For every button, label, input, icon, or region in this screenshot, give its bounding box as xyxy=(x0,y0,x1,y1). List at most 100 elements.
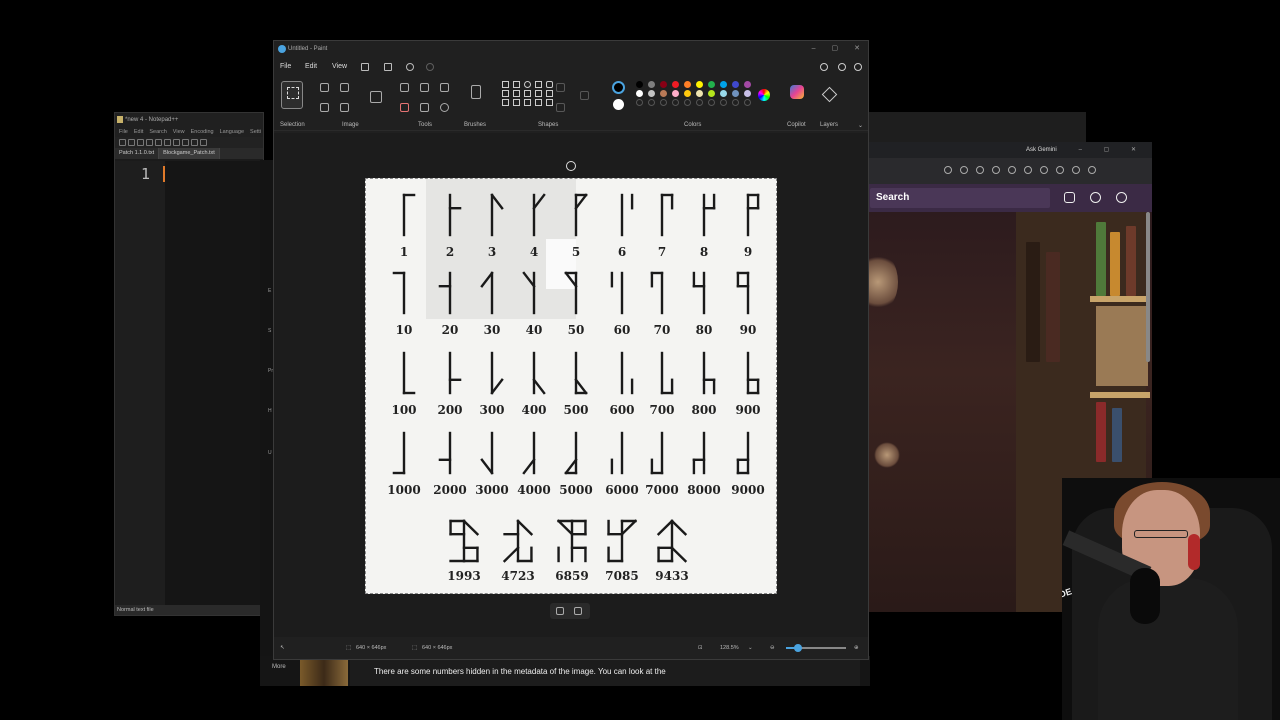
more-button[interactable]: More xyxy=(272,664,286,670)
color-swatch[interactable] xyxy=(684,81,691,88)
copilot-icon[interactable] xyxy=(790,85,804,99)
custom-color-slot[interactable] xyxy=(636,99,643,106)
ask-gemini-button[interactable]: Ask Gemini xyxy=(1026,142,1057,158)
notepad-menu-language[interactable]: Language xyxy=(220,127,244,137)
save-icon[interactable] xyxy=(137,139,144,146)
fill-selection-icon[interactable] xyxy=(574,607,582,615)
paste-icon[interactable] xyxy=(191,139,198,146)
custom-color-slot[interactable] xyxy=(744,99,751,106)
notepad-menu-settings[interactable]: Setti xyxy=(250,127,261,137)
custom-color-slot[interactable] xyxy=(708,99,715,106)
undo-icon[interactable] xyxy=(200,139,207,146)
color-swatch[interactable] xyxy=(648,81,655,88)
oval-shape-icon[interactable] xyxy=(524,81,531,88)
custom-color-slot[interactable] xyxy=(684,99,691,106)
zoom-slider-knob[interactable] xyxy=(794,644,802,652)
layers-icon[interactable] xyxy=(821,86,838,103)
background-remove-icon[interactable] xyxy=(370,91,382,103)
color-swatch[interactable] xyxy=(708,81,715,88)
close-button[interactable]: ✕ xyxy=(854,41,860,57)
star-shape-icon[interactable] xyxy=(524,99,531,106)
copy-icon[interactable] xyxy=(182,139,189,146)
custom-color-slot[interactable] xyxy=(660,99,667,106)
line-shape-icon[interactable] xyxy=(502,81,509,88)
shape-fill-icon[interactable] xyxy=(556,103,565,112)
zoom-icon[interactable] xyxy=(944,166,952,174)
callout-shape-icon[interactable] xyxy=(535,99,542,106)
zoom-slider[interactable] xyxy=(786,644,846,652)
cut-icon[interactable] xyxy=(173,139,180,146)
print-icon[interactable] xyxy=(164,139,171,146)
polygon-shape-icon[interactable] xyxy=(502,90,509,97)
edit-colors-icon[interactable] xyxy=(758,89,770,101)
color-swatch[interactable] xyxy=(732,90,739,97)
image-select-icon[interactable] xyxy=(320,103,329,112)
resize-icon[interactable] xyxy=(340,83,349,92)
pencil-icon[interactable] xyxy=(400,83,409,92)
selection-button[interactable] xyxy=(281,81,303,109)
menu-edit[interactable]: Edit xyxy=(305,57,317,77)
account-icon[interactable] xyxy=(1116,192,1127,203)
hexagon-shape-icon[interactable] xyxy=(502,99,509,106)
notepad-editor[interactable]: 1 xyxy=(115,161,263,605)
color-swatch[interactable] xyxy=(732,81,739,88)
site-search-input[interactable]: Search xyxy=(870,188,1050,208)
download-icon[interactable] xyxy=(1056,166,1064,174)
color-swatch[interactable] xyxy=(636,90,643,97)
maximize-button[interactable]: ▢ xyxy=(832,41,839,57)
triangle-shape-icon[interactable] xyxy=(513,90,520,97)
color-swatch[interactable] xyxy=(660,90,667,97)
color-swatch[interactable] xyxy=(696,81,703,88)
color-swatch[interactable] xyxy=(696,90,703,97)
crop-icon[interactable] xyxy=(320,83,329,92)
extension-icon[interactable] xyxy=(1040,166,1048,174)
ribbon-collapse-icon[interactable]: ⌄ xyxy=(858,122,863,129)
primary-color-swatch[interactable] xyxy=(612,81,625,94)
zoom-level[interactable]: 128.5% xyxy=(720,645,739,651)
notepad-menu-search[interactable]: Search xyxy=(149,127,166,137)
account-icon[interactable] xyxy=(838,63,846,71)
notepad-menu-edit[interactable]: Edit xyxy=(134,127,143,137)
browser-scrollbar[interactable] xyxy=(1146,212,1150,362)
fill-icon[interactable] xyxy=(420,83,429,92)
save-all-icon[interactable] xyxy=(146,139,153,146)
profile-icon[interactable] xyxy=(1072,166,1080,174)
share-icon[interactable] xyxy=(384,63,392,71)
menu-file[interactable]: File xyxy=(280,57,291,77)
extension-icon[interactable] xyxy=(1024,166,1032,174)
color-picker-icon[interactable] xyxy=(420,103,429,112)
minimize-button[interactable]: – xyxy=(812,41,816,57)
color-swatch[interactable] xyxy=(708,90,715,97)
window-controls[interactable]: – ▢ ✕ xyxy=(1079,142,1146,158)
redo-icon[interactable] xyxy=(426,63,434,71)
notepad-menu-file[interactable]: File xyxy=(119,127,128,137)
fit-window-icon[interactable]: ⊡ xyxy=(698,645,703,651)
size-icon[interactable] xyxy=(580,91,589,100)
color-swatch[interactable] xyxy=(648,90,655,97)
color-swatch[interactable] xyxy=(744,81,751,88)
sun-icon[interactable] xyxy=(1090,192,1101,203)
extension-icon[interactable] xyxy=(1008,166,1016,174)
magnifier-icon[interactable] xyxy=(440,103,449,112)
zoom-in-icon[interactable]: ⊕ xyxy=(854,645,859,651)
tab-patch[interactable]: Patch 1.1.0.txt xyxy=(115,148,160,159)
heart-shape-icon[interactable] xyxy=(546,99,553,106)
color-swatch[interactable] xyxy=(660,81,667,88)
color-swatch[interactable] xyxy=(744,90,751,97)
custom-color-slot[interactable] xyxy=(720,99,727,106)
settings-icon[interactable] xyxy=(854,63,862,71)
menu-icon[interactable] xyxy=(1088,166,1096,174)
custom-color-slot[interactable] xyxy=(648,99,655,106)
brush-icon[interactable] xyxy=(471,85,481,99)
pentagon-shape-icon[interactable] xyxy=(546,90,553,97)
color-swatch[interactable] xyxy=(636,81,643,88)
extension-icon[interactable] xyxy=(992,166,1000,174)
eraser-icon[interactable] xyxy=(400,103,409,112)
drawing-canvas[interactable]: 1 2 3 4 5 6 7 8 9 10 20 30 40 50 60 70 80 90 100 200 300 400 5… xyxy=(365,178,777,594)
notepad-menu-encoding[interactable]: Encoding xyxy=(191,127,214,137)
outline-icon[interactable] xyxy=(556,83,565,92)
rotate-icon[interactable] xyxy=(340,103,349,112)
color-swatch[interactable] xyxy=(672,81,679,88)
notepad-menu-view[interactable]: View xyxy=(173,127,185,137)
tab-blockgame-patch[interactable]: Blockgame_Patch.txt xyxy=(159,148,220,159)
